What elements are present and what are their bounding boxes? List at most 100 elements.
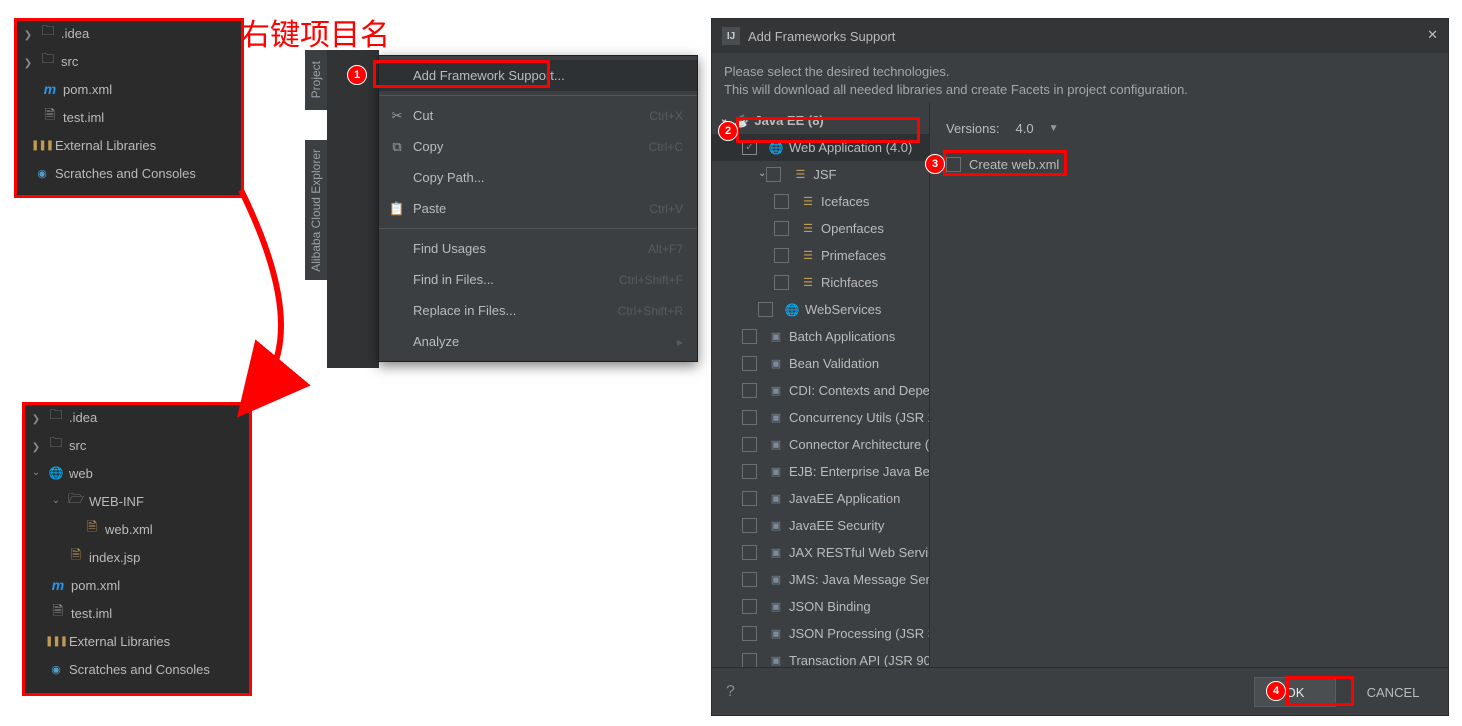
tech-item[interactable]: Icefaces <box>712 188 929 215</box>
checkbox-icon[interactable] <box>742 653 757 667</box>
tree-item[interactable]: External Libraries <box>23 627 251 655</box>
checkbox-icon[interactable] <box>742 626 757 641</box>
menu-item-shortcut: Ctrl+Shift+R <box>618 304 683 318</box>
menu-item[interactable]: Add Framework Support... <box>379 60 697 91</box>
tech-item[interactable]: JavaEE Security <box>712 512 929 539</box>
menu-item[interactable]: 📋PasteCtrl+V <box>379 193 697 224</box>
menu-item[interactable]: Replace in Files...Ctrl+Shift+R <box>379 295 697 326</box>
menu-item[interactable]: ✂CutCtrl+X <box>379 100 697 131</box>
help-icon[interactable]: ? <box>726 683 735 701</box>
folder-icon <box>67 492 85 510</box>
tree-item[interactable]: External Libraries <box>15 131 243 159</box>
folder-icon <box>39 24 57 42</box>
tech-item[interactable]: Connector Architecture (JS <box>712 431 929 458</box>
dialog-desc-line2: This will download all needed libraries … <box>724 81 1436 99</box>
checkbox-icon[interactable] <box>742 572 757 587</box>
bean-validation-icon <box>767 355 785 373</box>
checkbox-icon[interactable] <box>742 464 757 479</box>
dialog-body: Java EE (8)Web Application (4.0)JSFIcefa… <box>712 103 1448 667</box>
tree-item[interactable]: test.iml <box>23 599 251 627</box>
tech-item[interactable]: Bean Validation <box>712 350 929 377</box>
side-tab-alibaba[interactable]: Alibaba Cloud Explorer <box>305 140 327 280</box>
file-icon <box>41 108 59 126</box>
menu-item[interactable]: Copy Path... <box>379 162 697 193</box>
expand-icon[interactable] <box>21 54 35 69</box>
cancel-button[interactable]: CANCEL <box>1352 677 1434 707</box>
tech-item[interactable]: JavaEE Application <box>712 485 929 512</box>
tree-label: WEB-INF <box>89 494 144 509</box>
tech-item[interactable]: EJB: Enterprise Java Beans <box>712 458 929 485</box>
side-tab-project[interactable]: Project <box>305 50 327 110</box>
tech-item[interactable]: Openfaces <box>712 215 929 242</box>
javaee-security-icon <box>767 517 785 535</box>
expand-icon[interactable] <box>21 26 35 41</box>
dialog-footer: ? OK CANCEL <box>712 667 1448 716</box>
checkbox-icon[interactable] <box>758 302 773 317</box>
checkbox-icon[interactable] <box>742 410 757 425</box>
checkbox-icon[interactable] <box>766 167 781 182</box>
tree-item[interactable]: Scratches and Consoles <box>23 655 251 683</box>
tech-label: Connector Architecture (JS <box>789 437 930 452</box>
tech-item[interactable]: Richfaces <box>712 269 929 296</box>
tree-item[interactable]: src <box>23 431 251 459</box>
menu-item-label: Analyze <box>413 334 459 349</box>
tech-item[interactable]: Concurrency Utils (JSR 236 <box>712 404 929 431</box>
tree-item[interactable]: test.iml <box>15 103 243 131</box>
tech-item[interactable]: JSON Binding <box>712 593 929 620</box>
tree-item[interactable]: src <box>15 47 243 75</box>
checkbox-icon[interactable] <box>742 383 757 398</box>
tech-item[interactable]: JSON Processing (JSR 353 <box>712 620 929 647</box>
menu-item[interactable]: Find UsagesAlt+F7 <box>379 233 697 264</box>
tree-item[interactable]: web <box>23 459 251 487</box>
tech-item[interactable]: JMS: Java Message Servic <box>712 566 929 593</box>
checkbox-icon[interactable] <box>946 157 961 172</box>
collapse-icon[interactable] <box>49 494 63 509</box>
menu-item[interactable]: ⧉CopyCtrl+C <box>379 131 697 162</box>
tree-item[interactable]: WEB-INF <box>23 487 251 515</box>
tree-item[interactable]: pom.xml <box>15 75 243 103</box>
checkbox-icon[interactable] <box>742 356 757 371</box>
tech-item[interactable]: Batch Applications <box>712 323 929 350</box>
menu-item-icon: 📋 <box>387 201 407 217</box>
expand-icon[interactable] <box>29 438 43 453</box>
checkbox-icon[interactable] <box>774 248 789 263</box>
collapse-icon[interactable] <box>758 167 766 182</box>
tech-item[interactable]: CDI: Contexts and Depenc <box>712 377 929 404</box>
tech-item[interactable]: JAX RESTful Web Services <box>712 539 929 566</box>
collapse-icon[interactable] <box>29 466 43 481</box>
side-tab-label: Alibaba Cloud Explorer <box>309 149 323 272</box>
tech-item[interactable]: Transaction API (JSR 907) <box>712 647 929 667</box>
checkbox-icon[interactable] <box>774 221 789 236</box>
tree-item[interactable]: pom.xml <box>23 571 251 599</box>
checkbox-icon[interactable] <box>742 518 757 533</box>
tree-item[interactable]: index.jsp <box>23 543 251 571</box>
checkbox-icon[interactable] <box>742 491 757 506</box>
menu-item[interactable]: Analyze▸ <box>379 326 697 357</box>
checkbox-icon[interactable] <box>742 329 757 344</box>
expand-icon[interactable] <box>29 410 43 425</box>
tree-item[interactable]: .idea <box>23 403 251 431</box>
web-icon <box>767 139 785 157</box>
tech-item[interactable]: Primefaces <box>712 242 929 269</box>
versions-select[interactable]: 4.0 ▼ <box>1009 119 1064 138</box>
create-webxml-row[interactable]: Create web.xml <box>946 157 1432 172</box>
checkbox-icon[interactable] <box>742 545 757 560</box>
tech-item[interactable]: WebServices <box>712 296 929 323</box>
checkbox-icon[interactable] <box>774 194 789 209</box>
menu-item[interactable]: Find in Files...Ctrl+Shift+F <box>379 264 697 295</box>
technology-list[interactable]: Java EE (8)Web Application (4.0)JSFIcefa… <box>712 103 930 667</box>
tree-item[interactable]: web.xml <box>23 515 251 543</box>
checkbox-icon[interactable] <box>774 275 789 290</box>
close-icon[interactable]: ✕ <box>1427 27 1438 43</box>
tech-item[interactable]: Web Application (4.0) <box>712 134 929 161</box>
dialog-titlebar: IJ Add Frameworks Support ✕ <box>712 19 1448 53</box>
tree-item[interactable]: .idea <box>15 19 243 47</box>
dialog-title: Add Frameworks Support <box>748 29 895 44</box>
tree-item[interactable]: Scratches and Consoles <box>15 159 243 187</box>
checkbox-icon[interactable] <box>742 437 757 452</box>
checkbox-icon[interactable] <box>742 599 757 614</box>
menu-item-shortcut: Alt+F7 <box>648 242 683 256</box>
project-tree-before: .idea src pom.xml test.iml External Libr… <box>14 18 244 198</box>
tech-item[interactable]: JSF <box>712 161 929 188</box>
checkbox-icon[interactable] <box>742 140 757 155</box>
